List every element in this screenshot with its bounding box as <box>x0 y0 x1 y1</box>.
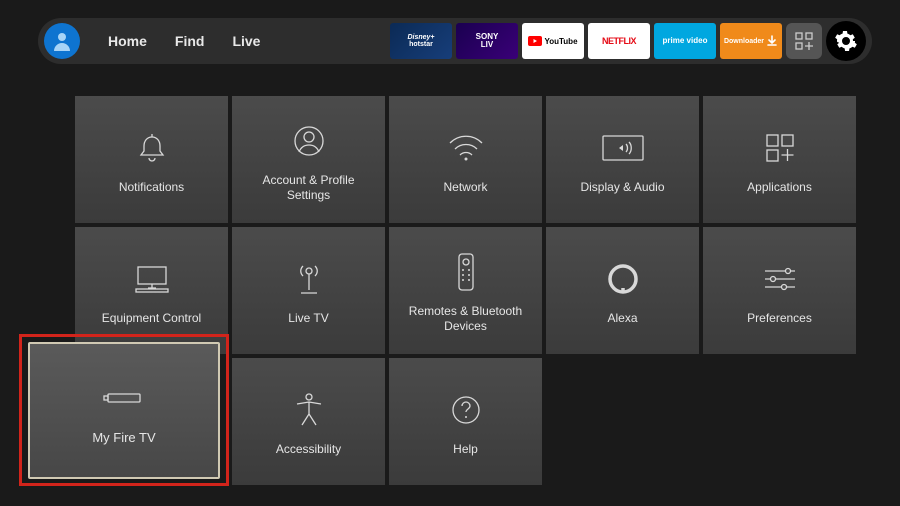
sliders-icon <box>762 255 798 303</box>
tile-label: Remotes & Bluetooth Devices <box>389 304 542 334</box>
app-youtube[interactable]: YouTube <box>522 23 584 59</box>
nav-links: Home Find Live <box>108 33 260 49</box>
antenna-icon <box>293 255 325 303</box>
tile-equipment-control[interactable]: Equipment Control <box>75 227 228 354</box>
fire-tv-stick-icon <box>102 374 146 422</box>
tile-network[interactable]: Network <box>389 96 542 223</box>
equipment-icon <box>133 255 171 303</box>
apps-grid-icon <box>794 31 814 51</box>
tile-label: Display & Audio <box>572 180 672 195</box>
nav-find[interactable]: Find <box>175 33 205 49</box>
alexa-icon <box>607 255 639 303</box>
tile-help[interactable]: Help <box>389 358 542 485</box>
applications-icon <box>764 124 796 172</box>
tile-label: Accessibility <box>268 442 349 457</box>
tile-preferences[interactable]: Preferences <box>703 227 856 354</box>
profile-button[interactable] <box>44 23 80 59</box>
remote-icon <box>457 248 475 296</box>
tile-label: My Fire TV <box>84 430 163 446</box>
account-icon <box>292 117 326 165</box>
app-shortcuts: Disney+hotstar SONYLIV YouTube NETFLIX p… <box>390 21 866 61</box>
tile-label: Network <box>435 180 495 195</box>
app-prime-video[interactable]: prime video <box>654 23 716 59</box>
settings-button[interactable] <box>826 21 866 61</box>
tile-label: Preferences <box>739 311 820 326</box>
display-audio-icon <box>601 124 645 172</box>
tile-my-fire-tv[interactable]: My Fire TV <box>28 342 220 479</box>
download-icon <box>766 35 778 47</box>
tile-accessibility[interactable]: Accessibility <box>232 358 385 485</box>
tile-label: Applications <box>739 180 820 195</box>
tile-live-tv[interactable]: Live TV <box>232 227 385 354</box>
tile-label: Live TV <box>280 311 336 326</box>
tile-label: Account & Profile Settings <box>232 173 385 203</box>
tile-alexa[interactable]: Alexa <box>546 227 699 354</box>
youtube-icon <box>528 36 542 46</box>
app-sony-liv[interactable]: SONYLIV <box>456 23 518 59</box>
wifi-icon <box>447 124 485 172</box>
app-disney-hotstar[interactable]: Disney+hotstar <box>390 23 452 59</box>
tile-label: Help <box>445 442 486 457</box>
tile-display-audio[interactable]: Display & Audio <box>546 96 699 223</box>
tile-remotes-bluetooth[interactable]: Remotes & Bluetooth Devices <box>389 227 542 354</box>
accessibility-icon <box>294 386 324 434</box>
tile-label: Alexa <box>599 311 645 326</box>
gear-icon <box>834 29 858 53</box>
bell-icon <box>135 124 169 172</box>
nav-home[interactable]: Home <box>108 33 147 49</box>
tile-applications[interactable]: Applications <box>703 96 856 223</box>
help-icon <box>450 386 482 434</box>
tile-label: Notifications <box>111 180 192 195</box>
top-nav-bar: Home Find Live Disney+hotstar SONYLIV Yo… <box>38 18 872 64</box>
tile-account-profile[interactable]: Account & Profile Settings <box>232 96 385 223</box>
tile-notifications[interactable]: Notifications <box>75 96 228 223</box>
app-downloader[interactable]: Downloader <box>720 23 782 59</box>
nav-live[interactable]: Live <box>232 33 260 49</box>
profile-icon <box>50 29 74 53</box>
tile-label: Equipment Control <box>94 311 209 326</box>
app-netflix[interactable]: NETFLIX <box>588 23 650 59</box>
apps-grid-button[interactable] <box>786 23 822 59</box>
